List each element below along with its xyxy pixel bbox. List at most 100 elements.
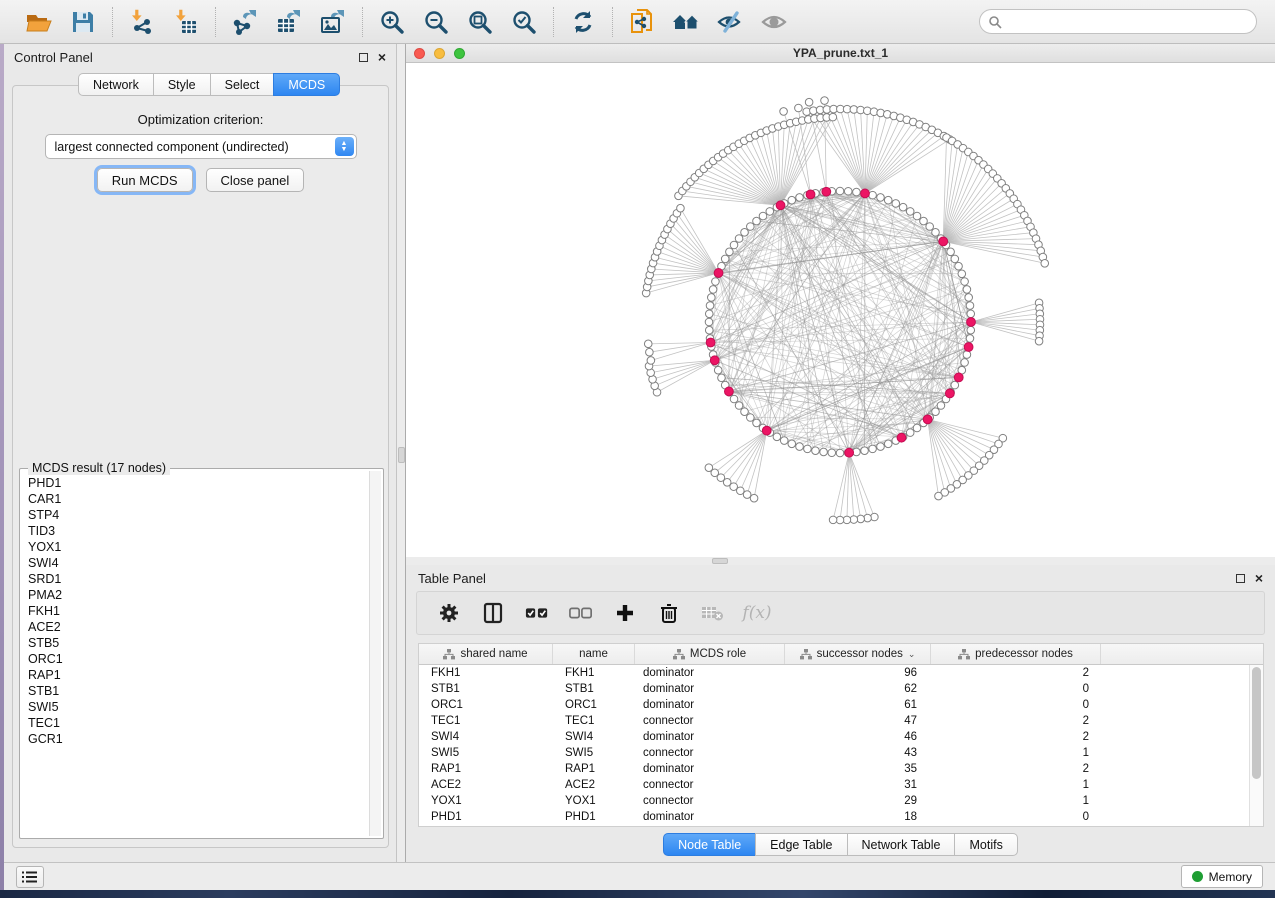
mcds-result-item[interactable]: ACE2 <box>28 619 369 635</box>
table-row[interactable]: FKH1FKH1dominator962 <box>419 665 1263 681</box>
mcds-result-item[interactable]: RAP1 <box>28 667 369 683</box>
mcds-result-item[interactable]: SWI4 <box>28 555 369 571</box>
dominator-node[interactable] <box>706 338 715 347</box>
dominator-node[interactable] <box>954 373 963 382</box>
mcds-result-item[interactable]: YOX1 <box>28 539 369 555</box>
deselect-all-icon[interactable] <box>569 601 593 625</box>
dominator-node[interactable] <box>845 448 854 457</box>
delete-table-icon[interactable] <box>701 601 725 625</box>
column-header-MCDS-role[interactable]: MCDS role <box>635 644 785 664</box>
close-panel-icon[interactable]: × <box>378 53 386 62</box>
save-session-icon[interactable] <box>66 5 100 39</box>
dominator-node[interactable] <box>897 433 906 442</box>
add-icon[interactable] <box>613 601 637 625</box>
dominator-node[interactable] <box>762 426 771 435</box>
first-neighbors-icon[interactable] <box>669 5 703 39</box>
mcds-result-item[interactable]: SRD1 <box>28 571 369 587</box>
mcds-list-scrollbar[interactable] <box>369 471 381 836</box>
dominator-node[interactable] <box>923 415 932 424</box>
tab-select[interactable]: Select <box>210 73 274 96</box>
float-panel-icon[interactable] <box>359 53 368 62</box>
table-row[interactable]: SWI4SWI4dominator462 <box>419 729 1263 745</box>
mcds-result-item[interactable]: STB1 <box>28 683 369 699</box>
table-scrollbar-thumb[interactable] <box>1252 667 1261 779</box>
mcds-result-item[interactable]: PHD1 <box>28 475 369 491</box>
dominator-node[interactable] <box>714 269 723 278</box>
dominator-node[interactable] <box>776 201 785 210</box>
dominator-node[interactable] <box>945 389 954 398</box>
close-panel-button[interactable]: Close panel <box>206 168 305 192</box>
hide-selected-icon[interactable] <box>713 5 747 39</box>
export-table-icon[interactable] <box>272 5 306 39</box>
select-all-icon[interactable] <box>525 601 549 625</box>
mcds-result-item[interactable]: TEC1 <box>28 715 369 731</box>
mcds-result-item[interactable]: FKH1 <box>28 603 369 619</box>
open-file-icon[interactable] <box>22 5 56 39</box>
function-builder-icon[interactable]: f(x) <box>745 601 769 625</box>
zoom-selected-icon[interactable] <box>507 5 541 39</box>
network-window-titlebar[interactable]: YPA_prune.txt_1 <box>406 44 1275 63</box>
refresh-icon[interactable] <box>566 5 600 39</box>
zoom-fit-icon[interactable] <box>463 5 497 39</box>
mcds-result-item[interactable]: CAR1 <box>28 491 369 507</box>
run-mcds-button[interactable]: Run MCDS <box>97 168 193 192</box>
mcds-result-item[interactable]: ORC1 <box>28 651 369 667</box>
tab-style[interactable]: Style <box>153 73 210 96</box>
dominator-node[interactable] <box>964 343 973 352</box>
table-row[interactable]: TEC1TEC1connector472 <box>419 713 1263 729</box>
column-header-successor-nodes[interactable]: successor nodes⌄ <box>785 644 931 664</box>
dominator-node[interactable] <box>967 318 976 327</box>
mcds-result-item[interactable]: PMA2 <box>28 587 369 603</box>
network-graph-canvas[interactable] <box>406 63 1275 557</box>
table-row[interactable]: STB1STB1dominator620 <box>419 681 1263 697</box>
dominator-node[interactable] <box>822 187 831 196</box>
export-network-icon[interactable] <box>228 5 262 39</box>
tab-mcds[interactable]: MCDS <box>273 73 340 96</box>
dominator-node[interactable] <box>939 237 948 246</box>
tab-network[interactable]: Network <box>78 73 153 96</box>
optimization-criterion-select[interactable]: largest connected component (undirected)… <box>45 134 357 159</box>
column-header-predecessor-nodes[interactable]: predecessor nodes <box>931 644 1101 664</box>
zoom-in-icon[interactable] <box>375 5 409 39</box>
dominator-node[interactable] <box>806 190 815 199</box>
table-scrollbar[interactable] <box>1249 665 1263 826</box>
table-settings-icon[interactable] <box>437 601 461 625</box>
zoom-out-icon[interactable] <box>419 5 453 39</box>
table-row[interactable]: ACE2ACE2connector311 <box>419 777 1263 793</box>
tab-network-table[interactable]: Network Table <box>847 833 955 856</box>
table-row[interactable]: YOX1YOX1connector291 <box>419 793 1263 809</box>
table-row[interactable]: SWI5SWI5connector431 <box>419 745 1263 761</box>
show-all-icon[interactable] <box>757 5 791 39</box>
new-network-from-selection-icon[interactable] <box>625 5 659 39</box>
table-row[interactable]: RAP1RAP1dominator352 <box>419 761 1263 777</box>
horizontal-splitter[interactable] <box>406 557 1275 565</box>
table-row[interactable]: PHD1PHD1dominator180 <box>419 809 1263 825</box>
float-table-panel-icon[interactable] <box>1236 574 1245 583</box>
task-history-button[interactable] <box>16 866 44 888</box>
import-network-icon[interactable] <box>125 5 159 39</box>
show-columns-icon[interactable] <box>481 601 505 625</box>
export-image-icon[interactable] <box>316 5 350 39</box>
vertical-splitter-handle[interactable] <box>398 447 405 463</box>
dominator-node[interactable] <box>861 189 870 198</box>
table-row[interactable]: ORC1ORC1dominator610 <box>419 697 1263 713</box>
column-header-shared-name[interactable]: shared name <box>419 644 553 664</box>
mcds-result-list[interactable]: PHD1CAR1STP4TID3YOX1SWI4SRD1PMA2FKH1ACE2… <box>22 471 369 836</box>
mcds-result-item[interactable]: GCR1 <box>28 731 369 747</box>
search-box[interactable] <box>979 9 1257 34</box>
import-table-icon[interactable] <box>169 5 203 39</box>
mcds-result-item[interactable]: SWI5 <box>28 699 369 715</box>
dominator-node[interactable] <box>710 356 719 365</box>
memory-button[interactable]: Memory <box>1181 865 1263 888</box>
tab-edge-table[interactable]: Edge Table <box>755 833 846 856</box>
column-header-name[interactable]: name <box>553 644 635 664</box>
mcds-result-item[interactable]: TID3 <box>28 523 369 539</box>
tab-motifs[interactable]: Motifs <box>954 833 1017 856</box>
mcds-result-item[interactable]: STB5 <box>28 635 369 651</box>
delete-icon[interactable] <box>657 601 681 625</box>
tab-node-table[interactable]: Node Table <box>663 833 755 856</box>
mcds-result-item[interactable]: STP4 <box>28 507 369 523</box>
close-table-panel-icon[interactable]: × <box>1255 574 1263 583</box>
dominator-node[interactable] <box>725 387 734 396</box>
horizontal-splitter-handle[interactable] <box>712 558 728 564</box>
